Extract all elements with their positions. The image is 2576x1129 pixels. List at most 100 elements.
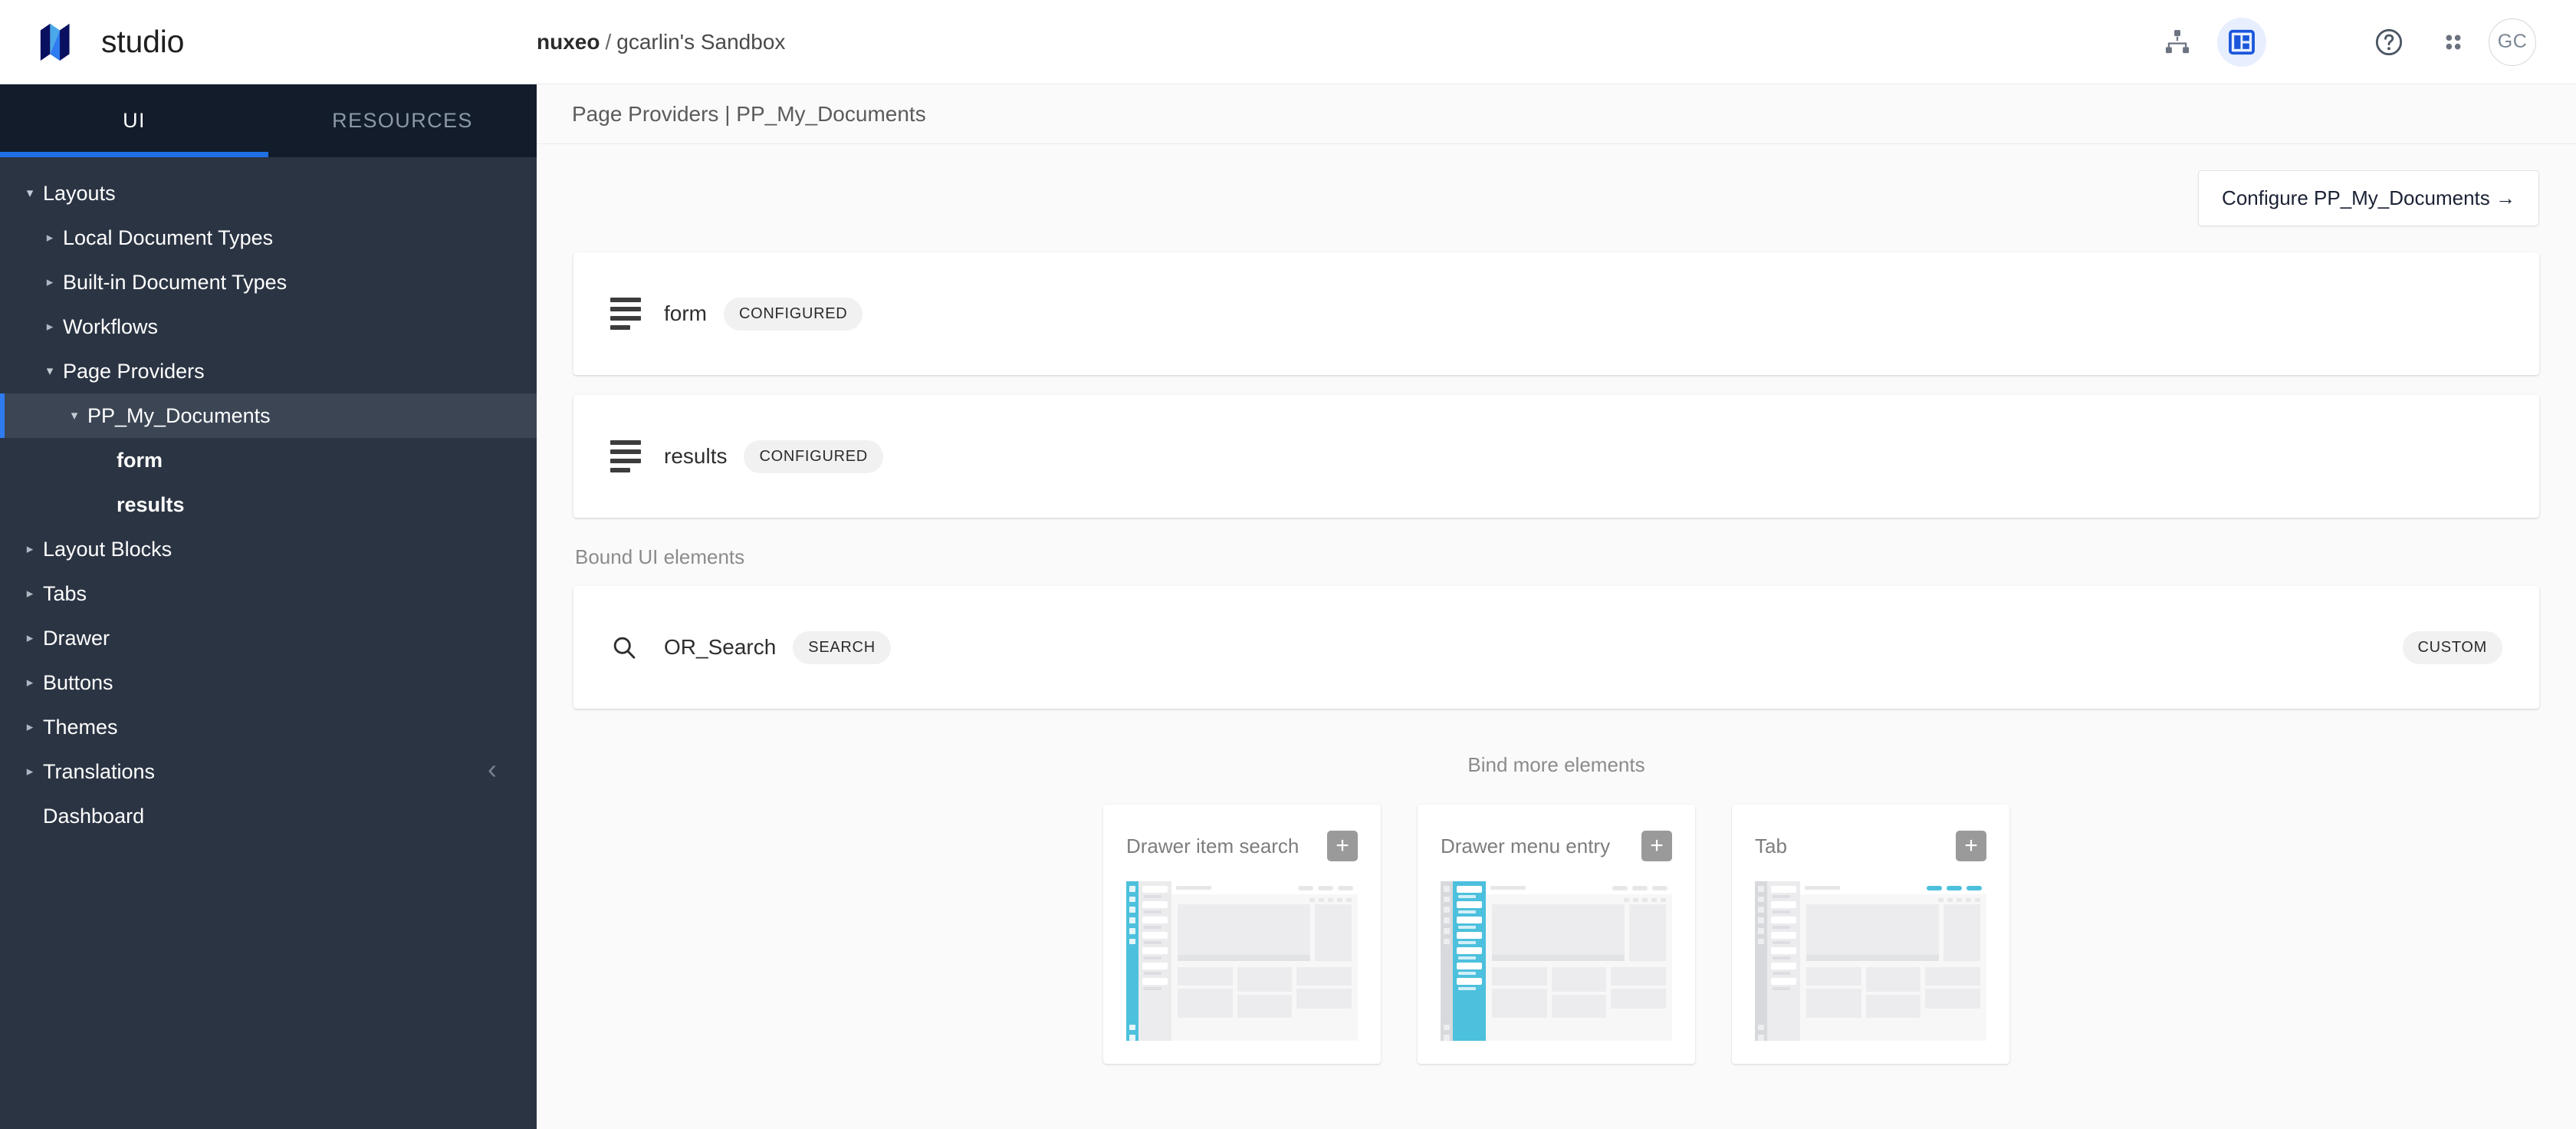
breadcrumb-current[interactable]: gcarlin's Sandbox	[616, 30, 785, 54]
sidebar-tabs: UI RESOURCES	[0, 84, 537, 157]
tree-item-label: PP_My_Documents	[87, 403, 271, 427]
tree-item-pp-my-documents[interactable]: ▾ PP_My_Documents	[0, 393, 537, 438]
thumb-hero	[1486, 902, 1672, 961]
chevron-right-icon[interactable]: ▸	[17, 541, 43, 557]
chevron-right-icon[interactable]: ▸	[37, 319, 63, 334]
plus-icon[interactable]: +	[1327, 831, 1358, 861]
header-actions: GC	[2153, 17, 2576, 67]
app-root: studio nuxeo / gcarlin's Sandbox GC UI R…	[0, 0, 2576, 1129]
thumb-dots	[1171, 894, 1358, 902]
tree-item-dashboard[interactable]: Dashboard	[0, 794, 537, 838]
tab-ui[interactable]: UI	[0, 84, 268, 157]
bind-card-drawer-menu-entry[interactable]: Drawer menu entry +	[1418, 805, 1695, 1064]
thumb-hero	[1800, 902, 1986, 961]
hierarchy-icon	[2165, 29, 2190, 53]
main-scroll-area: Configure PP_My_Documents → form CONFIGU…	[537, 144, 2576, 1129]
thumb-sidebar	[1453, 881, 1486, 1041]
brand-name: studio	[101, 24, 185, 59]
tree-item-label: Workflows	[63, 314, 159, 338]
thumb-topbar	[1800, 881, 1986, 894]
thumb-hero	[1171, 902, 1358, 961]
layout-card-form[interactable]: form CONFIGURED	[573, 252, 2539, 375]
chevron-right-icon[interactable]: ▸	[37, 230, 63, 245]
tree-item-translations[interactable]: ▸ Translations	[0, 749, 537, 794]
tree-item-results[interactable]: results	[0, 482, 537, 527]
layout-card-results[interactable]: results CONFIGURED	[573, 395, 2539, 518]
chevron-right-icon[interactable]: ▸	[17, 630, 43, 646]
tree-item-label: Layouts	[43, 181, 116, 205]
configure-button[interactable]: Configure PP_My_Documents →	[2198, 170, 2539, 226]
chevron-right-icon[interactable]: ▸	[37, 275, 63, 290]
tree-item-layout-blocks[interactable]: ▸ Layout Blocks	[0, 527, 537, 571]
layout-cards: form CONFIGURED results CONFIGURED	[573, 252, 2539, 518]
bind-card-header: Tab +	[1755, 831, 1986, 861]
thumb-topbar	[1171, 881, 1358, 894]
chevron-right-icon[interactable]: ▸	[17, 586, 43, 601]
help-button[interactable]	[2364, 18, 2413, 67]
bind-more-label: Bind more elements	[1467, 753, 1645, 776]
plus-icon[interactable]: +	[1641, 831, 1672, 861]
tree-item-page-providers[interactable]: ▾ Page Providers	[0, 349, 537, 393]
thumb-main	[1486, 881, 1672, 1041]
tree-item-label: Drawer	[43, 626, 110, 650]
tree-item-drawer[interactable]: ▸ Drawer	[0, 616, 537, 660]
tree-item-label: Translations	[43, 759, 156, 783]
status-badge: CONFIGURED	[744, 439, 883, 473]
thumb-grid	[1486, 961, 1672, 1018]
main-content: Page Providers | PP_My_Documents Configu…	[537, 84, 2576, 1129]
hierarchy-button[interactable]	[2153, 18, 2202, 67]
thumb-rail	[1441, 881, 1453, 1041]
layout-card-title: form	[664, 301, 707, 325]
breadcrumb-org[interactable]: nuxeo	[537, 30, 600, 54]
tree-item-form[interactable]: form	[0, 438, 537, 482]
thumb-sidebar	[1138, 881, 1171, 1041]
chevron-right-icon[interactable]: ▸	[17, 764, 43, 779]
sidebar-collapse-button[interactable]: ‹	[488, 755, 497, 783]
bind-card-label: Tab	[1755, 834, 1787, 857]
thumb-rail	[1126, 881, 1138, 1041]
bind-more-grid: Drawer item search + Drawer menu entry +…	[573, 805, 2539, 1064]
tree-item-label: form	[117, 448, 163, 472]
bound-card-or-search[interactable]: OR_Search SEARCH CUSTOM	[573, 586, 2539, 709]
bind-card-label: Drawer item search	[1126, 834, 1300, 857]
tree-item-label: results	[117, 492, 185, 516]
bound-card-title: OR_Search	[664, 635, 777, 659]
thumb-main	[1171, 881, 1358, 1041]
chevron-down-icon[interactable]: ▾	[17, 186, 43, 201]
tree-item-tabs[interactable]: ▸ Tabs	[0, 571, 537, 616]
chevron-right-icon[interactable]: ▸	[17, 719, 43, 735]
page-title: Page Providers | PP_My_Documents	[537, 84, 2576, 144]
sidebar-tree: ▾ Layouts ▸ Local Document Types ▸ Built…	[0, 157, 537, 1129]
thumb-grid	[1800, 961, 1986, 1018]
bind-card-drawer-item-search[interactable]: Drawer item search +	[1103, 805, 1381, 1064]
chevron-down-icon[interactable]: ▾	[61, 408, 87, 423]
brand[interactable]: studio	[0, 20, 537, 64]
thumb-sidebar	[1767, 881, 1800, 1041]
sidebar: UI RESOURCES ▾ Layouts ▸ Local Document …	[0, 84, 537, 1129]
tree-item-label: Page Providers	[63, 359, 205, 383]
plus-icon[interactable]: +	[1956, 831, 1986, 861]
tree-item-workflows[interactable]: ▸ Workflows	[0, 304, 537, 349]
bind-card-tab[interactable]: Tab +	[1732, 805, 2009, 1064]
tree-item-builtin-document-types[interactable]: ▸ Built-in Document Types	[0, 260, 537, 304]
tab-resources[interactable]: RESOURCES	[268, 84, 537, 157]
layout-button[interactable]	[2217, 17, 2266, 67]
origin-badge: CUSTOM	[2402, 630, 2502, 664]
tree-item-label: Themes	[43, 715, 118, 739]
tree-item-local-document-types[interactable]: ▸ Local Document Types	[0, 216, 537, 260]
status-badge: CONFIGURED	[724, 297, 863, 331]
tree-item-buttons[interactable]: ▸ Buttons	[0, 660, 537, 705]
tree-item-label: Dashboard	[43, 804, 145, 828]
thumb-grid	[1171, 961, 1358, 1018]
avatar[interactable]: GC	[2489, 18, 2536, 66]
tree-item-layouts[interactable]: ▾ Layouts	[0, 171, 537, 216]
layout-card-title: results	[664, 444, 728, 468]
thumb-dots	[1800, 894, 1986, 902]
chevron-down-icon[interactable]: ▾	[37, 364, 63, 379]
top-header: studio nuxeo / gcarlin's Sandbox GC	[0, 0, 2576, 84]
tree-item-label: Layout Blocks	[43, 537, 172, 561]
chevron-right-icon[interactable]: ▸	[17, 675, 43, 690]
nuxeo-logo-icon	[40, 23, 70, 61]
tree-item-themes[interactable]: ▸ Themes	[0, 705, 537, 749]
apps-button[interactable]	[2429, 18, 2478, 67]
